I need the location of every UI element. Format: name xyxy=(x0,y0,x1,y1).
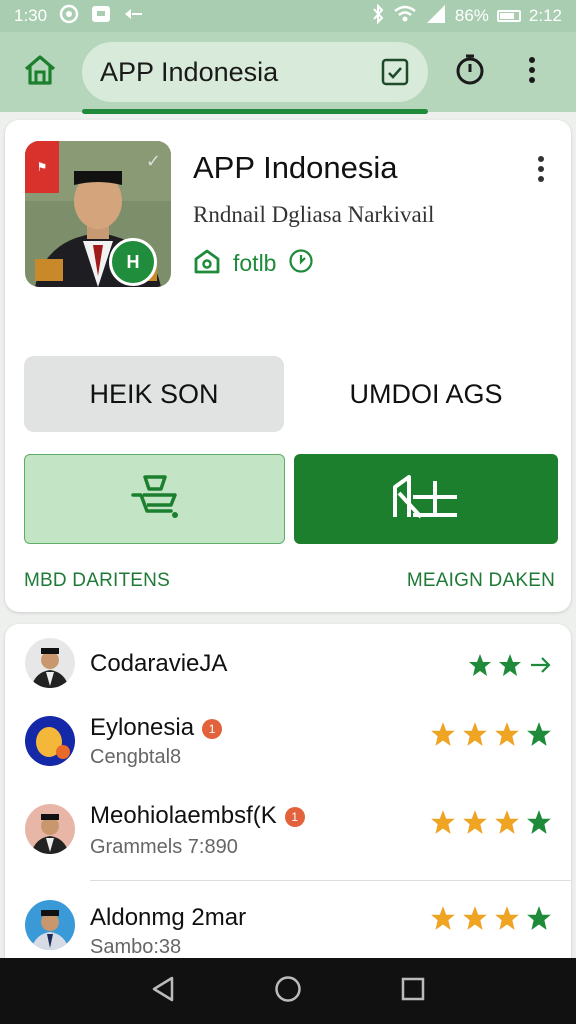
square-recents-icon xyxy=(400,976,426,1007)
back-icon xyxy=(150,975,176,1008)
cell-signal-icon xyxy=(425,5,447,27)
system-nav-bar xyxy=(0,958,576,1024)
home-button[interactable] xyxy=(20,52,60,92)
shop-icon xyxy=(193,248,221,279)
status-time: 1:30 xyxy=(14,6,48,25)
battery-icon xyxy=(496,10,521,22)
add-cart-icon xyxy=(391,473,461,526)
status-time-right: 2:12 xyxy=(528,6,562,25)
more-vertical-icon xyxy=(528,56,536,89)
card-more-button[interactable] xyxy=(529,154,553,188)
actions-row xyxy=(467,652,553,683)
star-icon xyxy=(525,808,553,841)
status-bar: 1:30 86% 2:12 xyxy=(0,0,576,32)
star-icon xyxy=(493,904,521,937)
circle-home-icon xyxy=(274,975,302,1008)
signal-arrows-icon xyxy=(123,6,145,26)
list-item[interactable]: CodaravieJA xyxy=(5,634,571,702)
star-icon xyxy=(497,652,523,683)
timer-small-icon xyxy=(288,248,314,279)
flag-badge: ⚑ xyxy=(25,141,59,193)
star-icon xyxy=(429,720,457,753)
home-icon xyxy=(22,53,58,92)
tab-secondary[interactable]: UMDOI AGS xyxy=(295,356,557,432)
right-action-button[interactable] xyxy=(294,454,558,544)
divider xyxy=(90,880,571,881)
profile-subtitle: Rndnail Dgliasa Narkivail xyxy=(193,202,435,227)
battery-percent: 86% xyxy=(454,6,489,25)
star-icon xyxy=(429,904,457,937)
list-item-subtitle: Cengbtal8 xyxy=(90,746,182,768)
list-item-name: Aldonmg 2mar xyxy=(90,904,247,931)
star-icon xyxy=(493,720,521,753)
star-icon xyxy=(461,720,489,753)
star-icon xyxy=(525,904,553,937)
star-rating xyxy=(429,720,553,753)
home-nav-button[interactable] xyxy=(268,971,308,1011)
notification-badge: 1 xyxy=(202,718,223,739)
app-title-pill[interactable]: APP Indonesia xyxy=(82,42,428,114)
star-rating xyxy=(429,904,553,937)
star-icon xyxy=(461,808,489,841)
recents-button[interactable] xyxy=(393,971,433,1011)
star-icon xyxy=(525,720,553,753)
check-icon: ✓ xyxy=(145,151,161,171)
active-indicator xyxy=(82,109,428,114)
list-item-name: Meohiolaembsf(K 1 xyxy=(90,802,305,830)
star-icon xyxy=(467,652,493,683)
list-item[interactable]: Meohiolaembsf(K 1 Grammels 7:890 xyxy=(5,796,571,884)
tab-primary[interactable]: HEIK SON xyxy=(24,356,284,432)
profile-meta: fotlb xyxy=(193,248,314,279)
right-action-label[interactable]: MEAIGN DAKEN xyxy=(407,570,555,592)
wifi-icon xyxy=(393,5,417,27)
emblem-badge: H xyxy=(109,238,157,286)
emblem-label: H xyxy=(126,251,140,272)
media-icon xyxy=(91,5,111,27)
bluetooth-icon xyxy=(371,3,385,28)
timer-icon xyxy=(454,54,486,91)
list-item-subtitle: Sambo:38 xyxy=(90,936,182,958)
check-box-icon[interactable] xyxy=(380,57,410,87)
back-button[interactable] xyxy=(143,971,183,1011)
overflow-menu-button[interactable] xyxy=(520,54,544,90)
avatar xyxy=(25,638,75,688)
app-bar: APP Indonesia xyxy=(0,32,576,114)
list-item[interactable]: Eylonesia 1 Cengbtal8 xyxy=(5,706,571,790)
star-icon xyxy=(429,808,457,841)
profile-title: APP Indonesia xyxy=(193,150,398,185)
star-icon xyxy=(493,808,521,841)
avatar xyxy=(25,900,75,950)
arrow-right-icon[interactable] xyxy=(527,652,553,683)
list-item-name: CodaravieJA xyxy=(90,650,228,677)
left-action-label[interactable]: MBD DARITENS xyxy=(24,570,170,592)
list-item-name-text: Eylonesia xyxy=(90,714,195,741)
avatar xyxy=(25,716,75,766)
notification-badge: 1 xyxy=(284,806,305,827)
profile-meta-text: fotlb xyxy=(233,250,277,276)
avatar xyxy=(25,804,75,854)
settings-icon xyxy=(59,4,79,28)
list-item-name-text: Meohiolaembsf(K xyxy=(90,802,277,829)
timer-button[interactable] xyxy=(452,54,488,90)
star-rating xyxy=(429,808,553,841)
list-item-name: Eylonesia 1 xyxy=(90,714,223,742)
basket-icon xyxy=(127,473,183,526)
app-bar-title: APP Indonesia xyxy=(100,56,279,87)
left-action-button[interactable] xyxy=(24,454,285,544)
list-item[interactable]: Aldonmg 2mar Sambo:38 xyxy=(5,890,571,960)
list-item-subtitle: Grammels 7:890 xyxy=(90,836,238,858)
profile-card: ⚑ ✓ H APP Indonesia Rndnail Dgliasa Nark… xyxy=(5,120,571,612)
star-icon xyxy=(461,904,489,937)
more-vertical-icon xyxy=(537,155,545,188)
